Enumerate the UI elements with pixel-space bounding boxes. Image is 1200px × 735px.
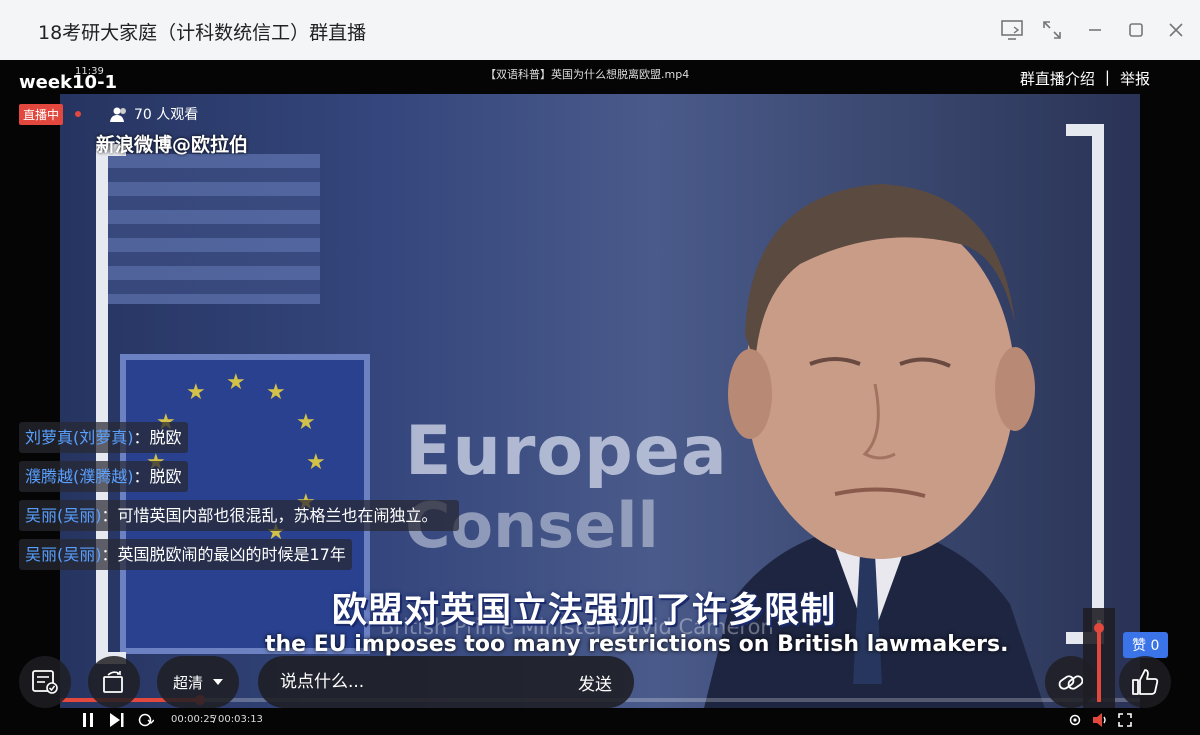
playback-bar: 00:00:25 / 00:03:13 xyxy=(60,705,1140,735)
notes-button[interactable] xyxy=(19,656,71,708)
time-separator: / xyxy=(213,714,217,725)
chat-message: 刘萝真(刘萝真)：脱欧 xyxy=(19,422,188,453)
live-badge: 直播中 xyxy=(19,104,64,125)
next-icon[interactable] xyxy=(110,713,124,727)
minimize-icon[interactable] xyxy=(1081,16,1109,44)
chat-username[interactable]: 濮腾越(濮腾越) xyxy=(25,467,134,486)
live-title: week10-1 xyxy=(19,72,118,93)
bracket-left xyxy=(96,144,126,664)
expand-icon[interactable] xyxy=(1038,16,1066,44)
settings-gear-icon[interactable] xyxy=(1068,713,1082,727)
window-title: 18考研大家庭（计科数统信工）群直播 xyxy=(38,22,367,44)
send-button[interactable]: 发送 xyxy=(578,670,612,695)
chat-text: ：脱欧 xyxy=(133,428,182,447)
chat-text: ：脱欧 xyxy=(133,467,182,486)
volume-fill xyxy=(1097,628,1101,702)
chat-message: 吴丽(吴丽)：英国脱欧闹的最凶的时候是17年 xyxy=(19,539,352,570)
quality-selector[interactable]: 超清 xyxy=(157,656,239,708)
chat-message: 濮腾越(濮腾越)：脱欧 xyxy=(19,461,188,492)
live-player: ★ ★ ★ ★ ★ ★ ★ ★ ★ Europea Consell 11 xyxy=(0,60,1200,735)
time-current: 00:00:25 xyxy=(171,714,216,725)
loop-icon[interactable] xyxy=(138,713,154,727)
quality-label: 超清 xyxy=(172,673,203,692)
chat-list: 刘萝真(刘萝真)：脱欧 濮腾越(濮腾越)：脱欧 吴丽(吴丽)：可惜英国内部也很混… xyxy=(19,422,469,578)
rotate-screen-button[interactable] xyxy=(88,656,140,708)
live-indicator-dot xyxy=(75,111,81,117)
notes-icon xyxy=(32,670,58,694)
background-stripes xyxy=(100,154,320,304)
report-link[interactable]: 举报 xyxy=(1120,68,1150,89)
chat-text: ：英国脱欧闹的最凶的时候是17年 xyxy=(101,545,346,564)
video-watermark: 新浪微博@欧拉伯 xyxy=(96,134,249,156)
volume-slider[interactable] xyxy=(1083,608,1115,708)
volume-handle[interactable] xyxy=(1094,623,1104,634)
screen-share-icon[interactable] xyxy=(998,16,1026,44)
like-button[interactable] xyxy=(1119,656,1171,708)
subtitle-chinese: 欧盟对英国立法强加了许多限制 xyxy=(332,591,837,631)
top-right-links: 群直播介绍 | 举报 xyxy=(1020,68,1150,89)
caret-down-icon xyxy=(213,679,223,685)
close-icon[interactable] xyxy=(1162,16,1190,44)
thumbs-up-icon xyxy=(1132,669,1159,695)
subtitle-english: the EU imposes too many restrictions on … xyxy=(265,632,1009,657)
group-live-intro-link[interactable]: 群直播介绍 xyxy=(1020,68,1095,89)
time-total: 00:03:13 xyxy=(218,714,263,725)
fullscreen-icon[interactable] xyxy=(1118,713,1132,727)
title-bar: 18考研大家庭（计科数统信工）群直播 xyxy=(0,0,1200,60)
comment-input[interactable] xyxy=(280,672,540,692)
comment-box: 发送 xyxy=(258,656,634,708)
link-separator: | xyxy=(1104,68,1110,86)
chat-username[interactable]: 吴丽(吴丽) xyxy=(25,545,102,564)
maximize-icon[interactable] xyxy=(1122,16,1150,44)
volume-icon[interactable] xyxy=(1092,712,1108,728)
video-filename: 【双语科普】英国为什么想脱离欧盟.mp4 xyxy=(485,68,690,81)
pause-icon[interactable] xyxy=(82,713,94,727)
users-icon xyxy=(110,107,126,122)
chat-message: 吴丽(吴丽)：可惜英国内部也很混乱，苏格兰也在闹独立。 xyxy=(19,500,459,531)
link-icon xyxy=(1058,675,1084,690)
viewer-count-text: 70 人观看 xyxy=(134,107,199,123)
rotate-icon xyxy=(103,671,123,693)
like-count-badge: 赞 0 xyxy=(1123,632,1169,658)
chat-username[interactable]: 刘萝真(刘萝真) xyxy=(25,428,134,447)
viewer-count: 70 人观看 xyxy=(110,104,198,124)
chat-text: ：可惜英国内部也很混乱，苏格兰也在闹独立。 xyxy=(101,506,438,525)
chat-username[interactable]: 吴丽(吴丽) xyxy=(25,506,102,525)
